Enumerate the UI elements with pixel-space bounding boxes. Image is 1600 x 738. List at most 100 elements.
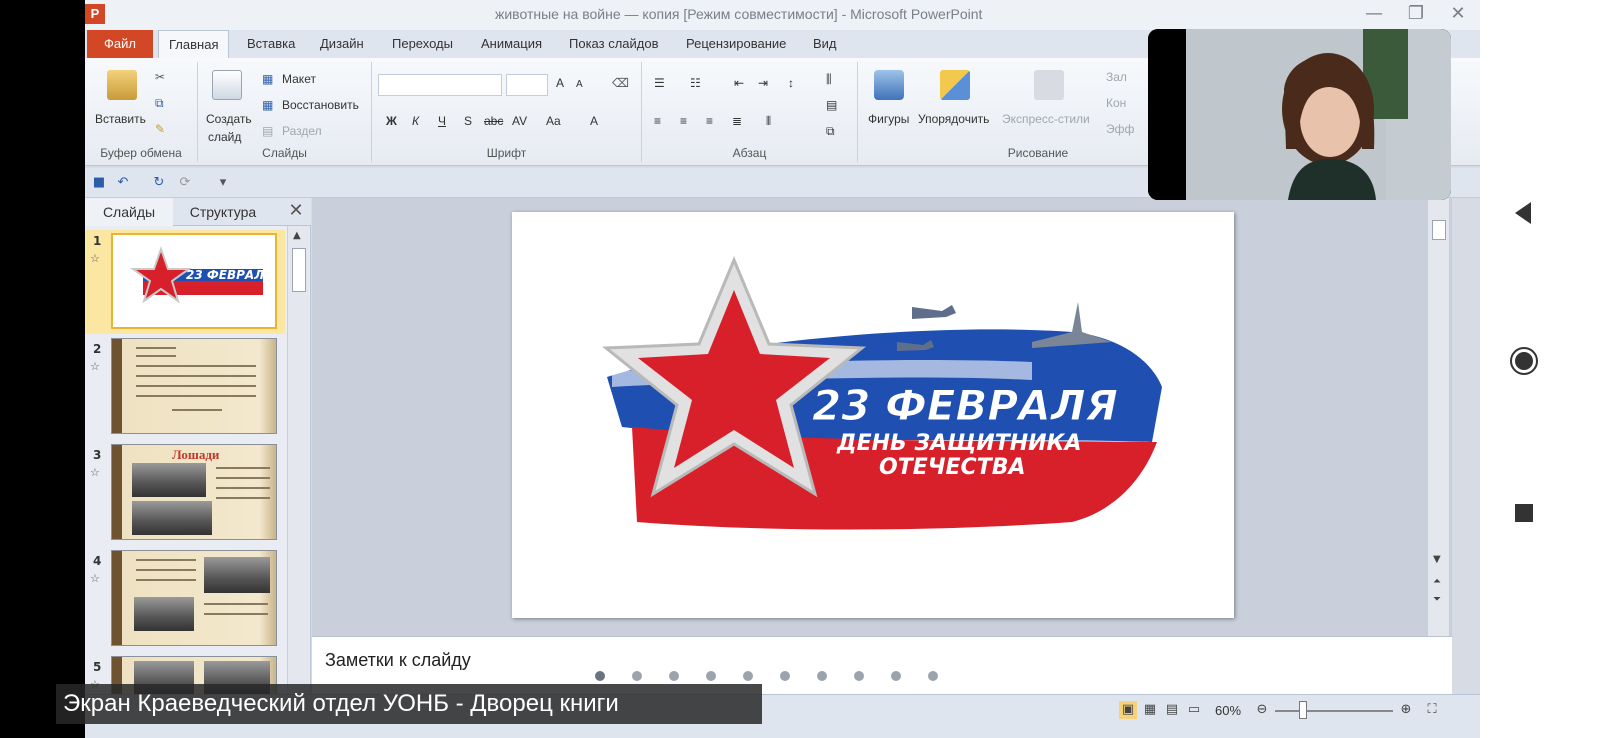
scrollbar-thumb[interactable] <box>1432 220 1446 240</box>
quick-styles-icon[interactable] <box>1034 70 1064 100</box>
grow-font-button[interactable]: A <box>556 76 564 90</box>
zoom-out-icon[interactable]: ⊖ <box>1253 701 1271 719</box>
tab-transitions[interactable]: Переходы <box>382 30 463 58</box>
slide-thumbnail-4[interactable] <box>111 550 277 646</box>
slide-thumbnail-3[interactable]: Лошади <box>111 444 277 540</box>
numbering-icon[interactable]: ☷ <box>690 76 701 90</box>
back-icon[interactable] <box>1509 198 1539 228</box>
customize-qat-icon[interactable]: ▾ <box>215 175 231 191</box>
tab-outline[interactable]: Структура <box>175 198 271 226</box>
tab-review[interactable]: Рецензирование <box>676 30 796 58</box>
pager-dot[interactable] <box>706 671 716 681</box>
cut-icon[interactable]: ✂ <box>155 70 165 84</box>
reading-view-icon[interactable]: ▤ <box>1163 701 1181 719</box>
slide-thumbnail-1[interactable]: 23 ФЕВРАЛЯ <box>111 233 277 329</box>
scroll-down-icon[interactable]: ▼ <box>1433 554 1441 565</box>
prev-slide-icon[interactable]: ⏶ <box>1433 576 1441 587</box>
new-slide-button-line2[interactable]: слайд <box>208 130 241 144</box>
pager-dot[interactable] <box>854 671 864 681</box>
arrange-button[interactable]: Упорядочить <box>918 112 989 126</box>
align-left-icon[interactable]: ≡ <box>654 114 661 128</box>
editor-scrollbar[interactable]: ▼ ⏶ ⏷ <box>1427 198 1449 636</box>
tab-file[interactable]: Файл <box>87 30 153 58</box>
columns-icon[interactable]: ⫴ <box>766 114 771 129</box>
close-pane-icon[interactable]: ✕ <box>285 200 307 222</box>
shape-outline-button[interactable]: Кон <box>1106 96 1126 110</box>
undo-icon[interactable]: ↶ <box>115 175 131 191</box>
copy-icon[interactable]: ⧉ <box>155 96 164 111</box>
font-size-select[interactable] <box>506 74 548 96</box>
smartart-icon[interactable]: ⧉ <box>826 124 835 139</box>
slideshow-view-icon[interactable]: ▭ <box>1185 701 1203 719</box>
strikethrough-button[interactable]: abc <box>484 114 503 128</box>
save-icon[interactable]: ■ <box>91 175 107 191</box>
line-spacing-icon[interactable]: ↕ <box>788 76 794 90</box>
shape-fill-button[interactable]: Зал <box>1106 70 1127 84</box>
new-slide-icon[interactable] <box>212 70 242 100</box>
normal-view-icon[interactable]: ▣ <box>1119 701 1137 719</box>
bold-button[interactable]: Ж <box>386 114 397 128</box>
text-direction-icon[interactable]: ⫼ <box>826 72 832 87</box>
align-center-icon[interactable]: ≡ <box>680 114 687 128</box>
reset-button[interactable]: Восстановить <box>282 98 359 112</box>
pager-dot[interactable] <box>743 671 753 681</box>
pager-dot[interactable] <box>632 671 642 681</box>
paste-icon[interactable] <box>107 70 137 100</box>
close-icon[interactable]: ✕ <box>1446 2 1470 26</box>
zoom-level[interactable]: 60% <box>1215 703 1241 718</box>
notes-placeholder[interactable]: Заметки к слайду <box>325 650 471 671</box>
pager-dot[interactable] <box>928 671 938 681</box>
next-slide-icon[interactable]: ⏷ <box>1433 594 1441 605</box>
tab-animation[interactable]: Анимация <box>471 30 552 58</box>
slide-thumb-row-4[interactable]: 4 ☆ <box>85 550 285 650</box>
layout-button[interactable]: Макет <box>282 72 316 86</box>
current-slide[interactable]: 23 ФЕВРАЛЯ ДЕНЬ ЗАЩИТНИКА ОТЕЧЕСТВА <box>512 212 1234 618</box>
new-slide-button[interactable]: Создать <box>206 112 252 126</box>
shapes-button[interactable]: Фигуры <box>868 112 909 126</box>
paste-button[interactable]: Вставить <box>95 112 146 126</box>
section-button[interactable]: Раздел <box>282 124 322 138</box>
font-name-select[interactable] <box>378 74 502 96</box>
tab-slides[interactable]: Слайды <box>85 198 173 226</box>
format-painter-icon[interactable]: ✎ <box>155 122 165 136</box>
font-color-button[interactable]: A <box>590 114 598 128</box>
pager-dot[interactable] <box>669 671 679 681</box>
slide-thumb-row-3[interactable]: 3 ☆ Лошади <box>85 444 285 544</box>
repeat-icon[interactable]: ⟳ <box>177 175 193 191</box>
justify-icon[interactable]: ≣ <box>732 114 742 128</box>
tab-view[interactable]: Вид <box>803 30 847 58</box>
underline-button[interactable]: Ч <box>438 114 446 128</box>
italic-button[interactable]: К <box>412 114 419 128</box>
scroll-up-icon[interactable]: ▲ <box>293 230 301 241</box>
zoom-slider-thumb[interactable] <box>1299 701 1307 719</box>
tab-home[interactable]: Главная <box>158 30 230 58</box>
char-spacing-icon[interactable]: AV <box>512 114 527 128</box>
scrollbar-thumb[interactable] <box>292 248 306 292</box>
recent-apps-icon[interactable] <box>1509 498 1539 528</box>
pager-dot[interactable] <box>891 671 901 681</box>
increase-indent-icon[interactable]: ⇥ <box>758 76 768 90</box>
slides-scrollbar[interactable]: ▲ <box>287 226 309 738</box>
slide-thumb-row-2[interactable]: 2 ☆ <box>85 338 285 438</box>
quick-styles-button[interactable]: Экспресс-стили <box>1002 112 1090 126</box>
tab-design[interactable]: Дизайн <box>310 30 374 58</box>
decrease-indent-icon[interactable]: ⇤ <box>734 76 744 90</box>
change-case-button[interactable]: Aa <box>546 114 561 128</box>
tab-insert[interactable]: Вставка <box>237 30 305 58</box>
arrange-icon[interactable] <box>940 70 970 100</box>
minimize-icon[interactable]: — <box>1362 2 1386 26</box>
shadow-button[interactable]: S <box>464 114 472 128</box>
align-text-icon[interactable]: ▤ <box>826 98 837 112</box>
shape-effects-button[interactable]: Эфф <box>1106 122 1134 136</box>
redo-icon[interactable]: ↻ <box>151 175 167 191</box>
pager-dot[interactable] <box>817 671 827 681</box>
shapes-icon[interactable] <box>874 70 904 100</box>
pager-dot[interactable] <box>595 671 605 681</box>
shrink-font-button[interactable]: A <box>576 79 583 90</box>
tab-slideshow[interactable]: Показ слайдов <box>559 30 669 58</box>
zoom-in-icon[interactable]: ⊕ <box>1397 701 1415 719</box>
powerpoint-app-icon[interactable]: P <box>85 4 105 24</box>
slide-thumbnail-2[interactable] <box>111 338 277 434</box>
align-right-icon[interactable]: ≡ <box>706 114 713 128</box>
restore-icon[interactable]: ❐ <box>1404 2 1428 26</box>
